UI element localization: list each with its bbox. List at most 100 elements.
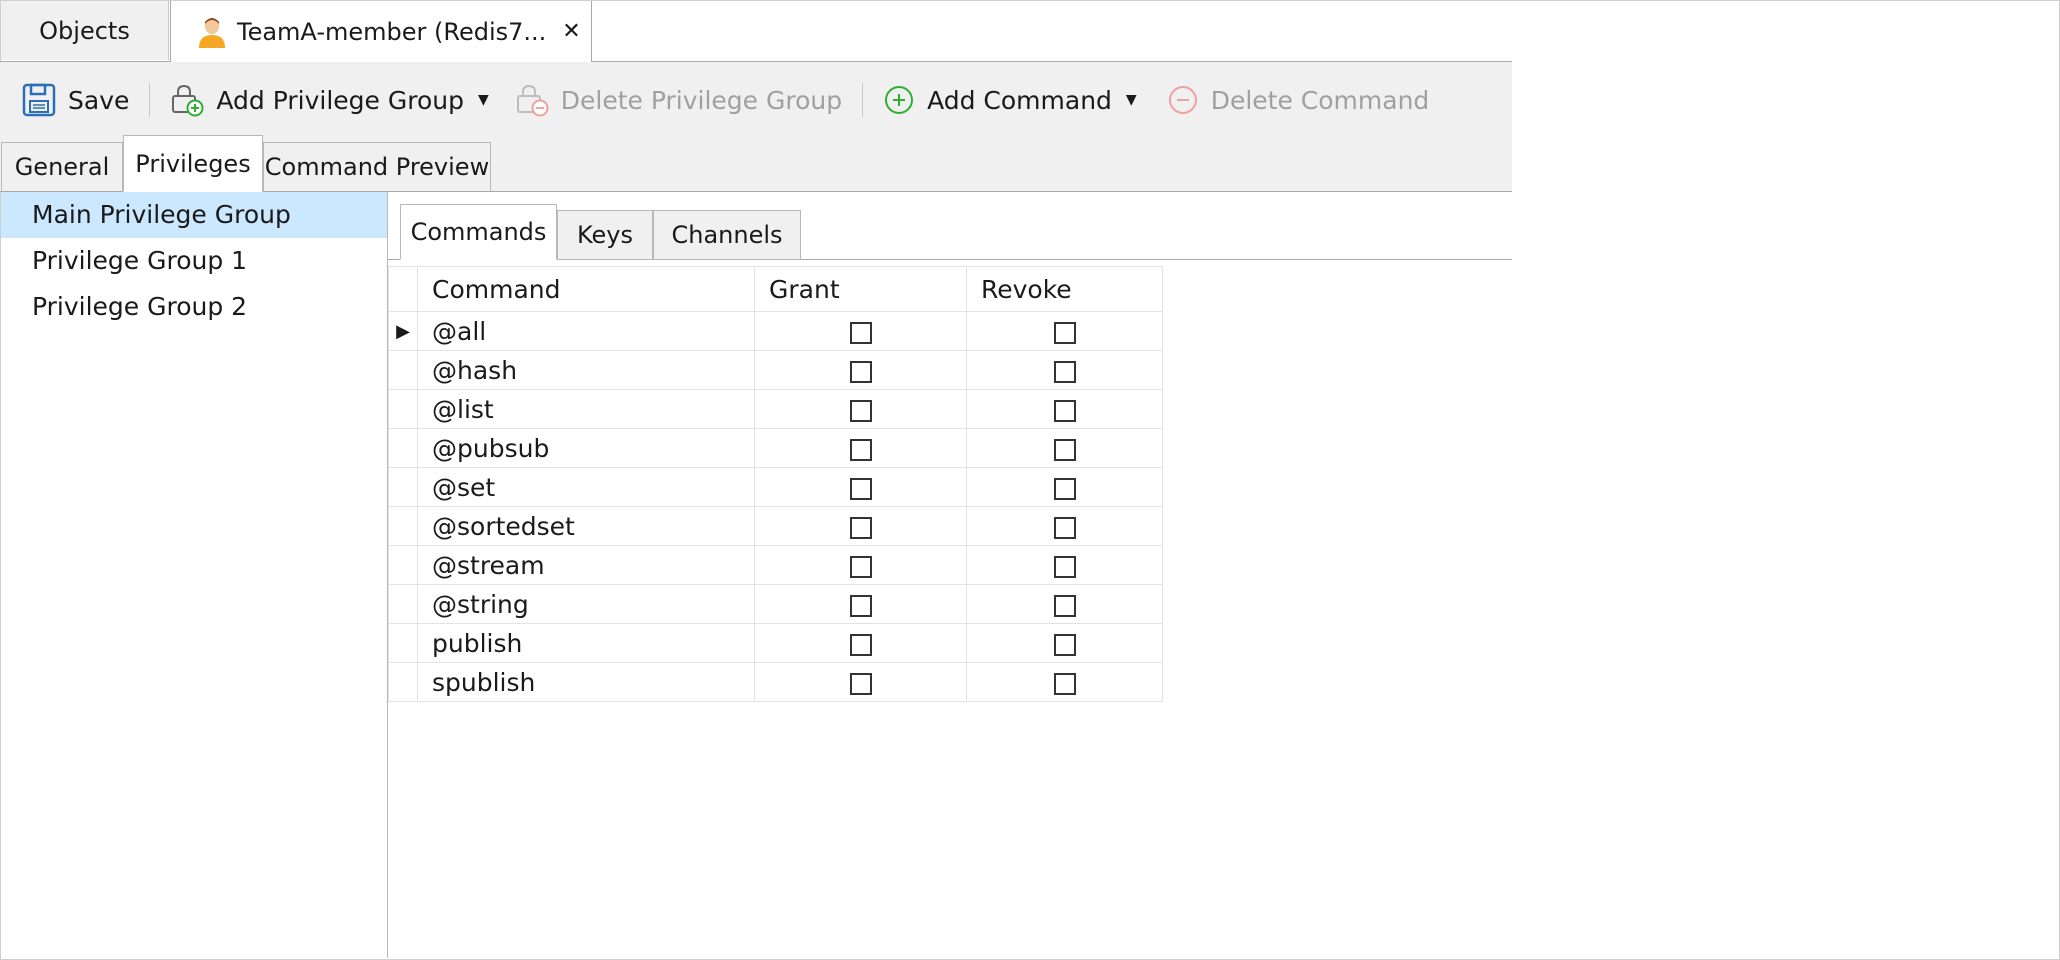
tab-commands[interactable]: Commands — [400, 204, 557, 260]
row-header[interactable] — [388, 428, 418, 468]
tab-keys[interactable]: Keys — [557, 210, 653, 260]
privilege-group-label: Privilege Group 2 — [32, 292, 248, 321]
grant-checkbox[interactable] — [849, 399, 872, 422]
grant-cell — [754, 389, 967, 429]
table-row[interactable]: @list — [388, 389, 1163, 429]
dropdown-caret-icon[interactable]: ▼ — [478, 92, 489, 108]
revoke-checkbox[interactable] — [1053, 477, 1076, 500]
grant-cell — [754, 545, 967, 585]
tab-commands-label: Commands — [410, 218, 547, 246]
grant-checkbox[interactable] — [849, 360, 872, 383]
revoke-checkbox[interactable] — [1053, 672, 1076, 695]
table-row[interactable]: publish — [388, 623, 1163, 663]
privilege-group-item[interactable]: Privilege Group 2 — [1, 284, 387, 330]
table-row[interactable]: @set — [388, 467, 1163, 507]
tab-channels[interactable]: Channels — [653, 210, 801, 260]
revoke-checkbox[interactable] — [1053, 555, 1076, 578]
grant-cell — [754, 311, 967, 351]
minus-circle-icon — [1168, 86, 1197, 114]
privilege-group-label: Privilege Group 1 — [32, 246, 248, 275]
column-header-revoke[interactable]: Revoke — [966, 266, 1163, 312]
tab-privileges[interactable]: Privileges — [123, 135, 263, 192]
row-header[interactable] — [388, 389, 418, 429]
command-cell[interactable]: spublish — [417, 662, 755, 702]
table-row[interactable]: spublish — [388, 662, 1163, 702]
grant-checkbox[interactable] — [849, 594, 872, 617]
save-button[interactable]: Save — [16, 75, 135, 125]
row-header[interactable] — [388, 545, 418, 585]
row-header[interactable] — [388, 506, 418, 546]
command-cell[interactable]: @hash — [417, 350, 755, 390]
column-header-grant[interactable]: Grant — [754, 266, 967, 312]
add-command-button[interactable]: Add Command ▼ — [877, 75, 1143, 125]
table-row[interactable]: @hash — [388, 350, 1163, 390]
table-row[interactable]: @pubsub — [388, 428, 1163, 468]
grant-cell — [754, 584, 967, 624]
revoke-checkbox[interactable] — [1053, 399, 1076, 422]
command-cell[interactable]: publish — [417, 623, 755, 663]
revoke-checkbox[interactable] — [1053, 360, 1076, 383]
delete-privilege-group-button[interactable]: Delete Privilege Group — [509, 75, 848, 125]
revoke-cell — [966, 428, 1163, 468]
revoke-checkbox[interactable] — [1053, 594, 1076, 617]
grant-checkbox[interactable] — [849, 555, 872, 578]
row-header[interactable]: ▶ — [388, 311, 418, 351]
revoke-checkbox[interactable] — [1053, 633, 1076, 656]
lock-plus-icon — [172, 84, 204, 117]
add-privilege-group-button[interactable]: Add Privilege Group ▼ — [164, 75, 494, 125]
grant-checkbox[interactable] — [849, 321, 872, 344]
tab-objects-label: Objects — [39, 16, 130, 45]
delete-privilege-group-label: Delete Privilege Group — [560, 85, 843, 115]
delete-command-label: Delete Command — [1210, 85, 1430, 115]
tab-general[interactable]: General — [1, 142, 123, 192]
row-header[interactable] — [388, 584, 418, 624]
revoke-cell — [966, 584, 1163, 624]
row-header[interactable] — [388, 623, 418, 663]
revoke-checkbox[interactable] — [1053, 321, 1076, 344]
grant-checkbox[interactable] — [849, 516, 872, 539]
command-cell[interactable]: @stream — [417, 545, 755, 585]
command-cell[interactable]: @sortedset — [417, 506, 755, 546]
command-cell[interactable]: @all — [417, 311, 755, 351]
tab-command-preview[interactable]: Command Preview — [263, 142, 491, 192]
tab-teama-member-label: TeamA-member (Redis7... — [237, 17, 547, 46]
revoke-cell — [966, 545, 1163, 585]
grant-checkbox[interactable] — [849, 633, 872, 656]
privilege-group-item[interactable]: Main Privilege Group — [1, 192, 387, 238]
revoke-checkbox[interactable] — [1053, 516, 1076, 539]
command-cell[interactable]: @set — [417, 467, 755, 507]
table-row[interactable]: @sortedset — [388, 506, 1163, 546]
table-row[interactable]: @stream — [388, 545, 1163, 585]
column-header-command[interactable]: Command — [417, 266, 755, 312]
command-cell[interactable]: @string — [417, 584, 755, 624]
toolbar-separator — [862, 83, 864, 117]
command-cell[interactable]: @list — [417, 389, 755, 429]
toolbar-separator — [149, 83, 151, 117]
tab-objects[interactable]: Objects — [1, 1, 169, 60]
grant-checkbox[interactable] — [849, 672, 872, 695]
command-cell[interactable]: @pubsub — [417, 428, 755, 468]
revoke-checkbox[interactable] — [1053, 438, 1076, 461]
tab-channels-label: Channels — [671, 221, 783, 249]
add-privilege-group-label: Add Privilege Group — [216, 85, 464, 115]
revoke-cell — [966, 662, 1163, 702]
tab-teama-member[interactable]: TeamA-member (Redis7... ✕ — [170, 1, 592, 62]
delete-command-button[interactable]: Delete Command — [1161, 75, 1436, 125]
revoke-cell — [966, 506, 1163, 546]
grant-checkbox[interactable] — [849, 438, 872, 461]
tab-keys-label: Keys — [576, 221, 633, 249]
table-row[interactable]: ▶ @all — [388, 311, 1163, 351]
close-icon[interactable]: ✕ — [562, 19, 580, 44]
privilege-group-item[interactable]: Privilege Group 1 — [1, 238, 387, 284]
dropdown-caret-icon[interactable]: ▼ — [1126, 92, 1137, 108]
row-header[interactable] — [388, 662, 418, 702]
grant-cell — [754, 428, 967, 468]
revoke-cell — [966, 311, 1163, 351]
grant-checkbox[interactable] — [849, 477, 872, 500]
row-header[interactable] — [388, 350, 418, 390]
revoke-cell — [966, 350, 1163, 390]
row-header[interactable] — [388, 467, 418, 507]
privilege-group-label: Main Privilege Group — [32, 200, 291, 229]
tab-privileges-label: Privileges — [135, 149, 251, 178]
table-row[interactable]: @string — [388, 584, 1163, 624]
